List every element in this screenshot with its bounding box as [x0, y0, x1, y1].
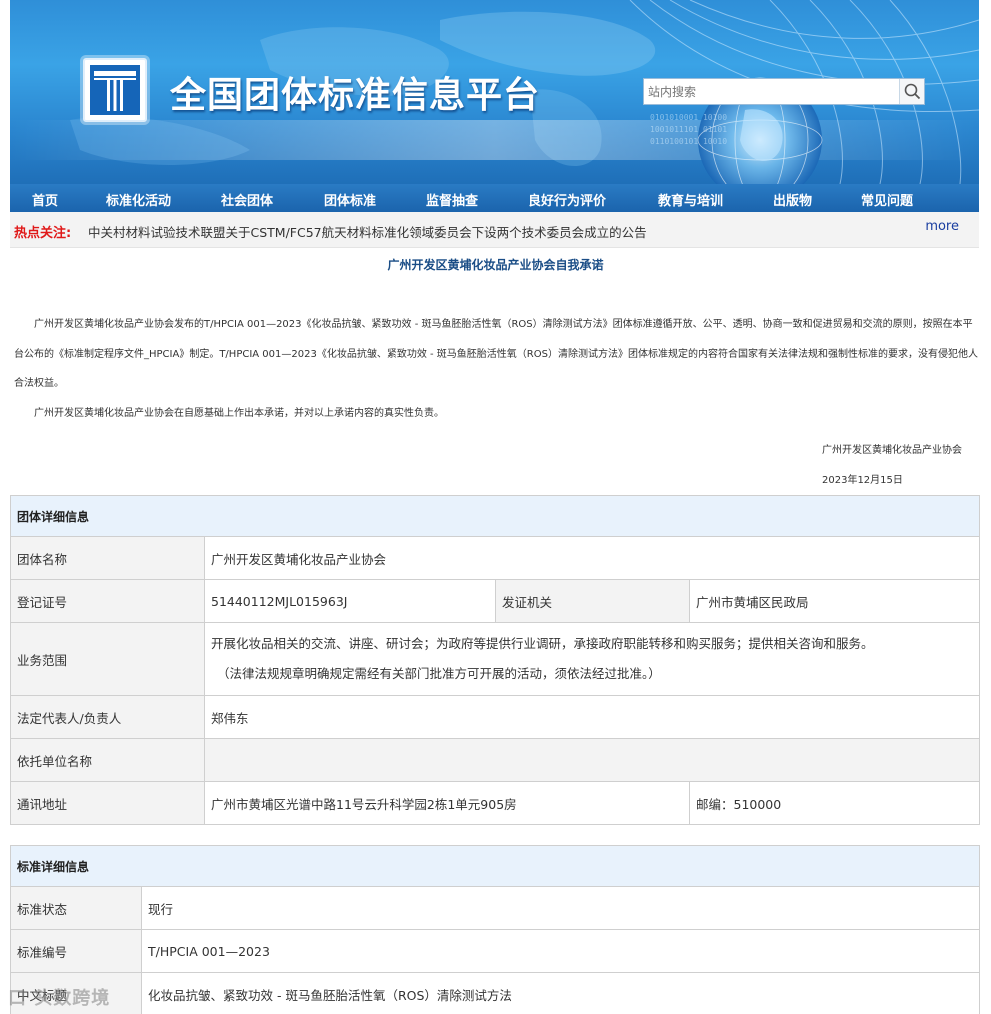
nav-item-publications[interactable]: 出版物 [773, 190, 812, 209]
search-box [643, 78, 925, 105]
nav-item-education[interactable]: 教育与培训 [658, 190, 723, 209]
standard-code-value: T/HPCIA 001—2023 [140, 929, 981, 973]
address-value: 广州市黄埔区光谱中路11号云升科学园2栋1单元905房 [204, 781, 690, 825]
svg-text:0110100101 10010: 0110100101 10010 [650, 137, 727, 146]
page: 0101010001 10100 1001011101 01101 011010… [0, 0, 991, 1014]
standard-code-label: 标准编号 [10, 929, 142, 973]
reg-number-value: 51440112MJL015963J [204, 579, 496, 623]
nav-item-standards[interactable]: 团体标准 [324, 190, 376, 209]
commitment-signer: 广州开发区黄埔化妆品产业协会 [822, 445, 962, 456]
legal-rep-value: 郑伟东 [203, 695, 981, 739]
legal-rep-label: 法定代表人/负责人 [10, 695, 205, 739]
standard-status-value: 现行 [140, 886, 981, 930]
nav-item-inspection[interactable]: 监督抽查 [426, 190, 478, 209]
hot-topic-link[interactable]: 中关村材料试验技术联盟关于CSTM/FC57航天材料标准化领域委员会下设两个技术… [88, 222, 647, 241]
more-link[interactable]: more [925, 219, 959, 234]
postcode-value: 邮编：510000 [688, 781, 981, 825]
standard-cn-title-value: 化妆品抗皱、紧致功效 - 斑马鱼胚胎活性氧（ROS）清除测试方法 [140, 972, 981, 1014]
standard-status-label: 标准状态 [10, 886, 142, 930]
org-name-label: 团体名称 [10, 536, 205, 580]
nav-item-home[interactable]: 首页 [32, 190, 58, 209]
org-detail-table: 团体详细信息 团体名称 广州开发区黄埔化妆品产业协会 登记证号 51440112… [9, 495, 981, 825]
watermark: 口 头数跨境 [8, 988, 111, 1009]
main-nav: 首页 标准化活动 社会团体 团体标准 监督抽查 良好行为评价 教育与培训 出版物… [10, 184, 979, 212]
nav-item-faq[interactable]: 常见问题 [861, 190, 913, 209]
nav-item-evaluation[interactable]: 良好行为评价 [528, 190, 606, 209]
commitment-date: 2023年12月15日 [822, 475, 903, 486]
svg-text:0101010001 10100: 0101010001 10100 [650, 113, 727, 122]
entrust-unit-value [203, 738, 981, 782]
standard-detail-header: 标准详细信息 [9, 845, 981, 887]
search-input[interactable] [644, 79, 900, 104]
business-scope-value: 开展化妆品相关的交流、讲座、研讨会；为政府等提供行业调研，承接政府职能转移和购买… [203, 622, 981, 696]
issuer-label: 发证机关 [495, 579, 690, 623]
business-scope-line-1: 开展化妆品相关的交流、讲座、研讨会；为政府等提供行业调研，承接政府职能转移和购买… [211, 636, 874, 651]
commitment-paragraph-2: 广州开发区黄埔化妆品产业协会在自愿基础上作出本承诺，并对以上承诺内容的真实性负责… [34, 408, 444, 419]
reg-number-label: 登记证号 [10, 579, 205, 623]
standard-detail-table: 标准详细信息 标准状态 现行 标准编号 T/HPCIA 001—2023 中文标… [9, 845, 981, 1014]
hot-topics-bar: 热点关注: 中关村材料试验技术联盟关于CSTM/FC57航天材料标准化领域委员会… [10, 212, 979, 248]
search-button[interactable] [899, 79, 924, 104]
entrust-unit-label: 依托单位名称 [10, 738, 205, 782]
header-banner: 0101010001 10100 1001011101 01101 011010… [10, 0, 979, 184]
logo-mark-icon [94, 71, 136, 111]
business-scope-line-2: （法律法规规章明确规定需经有关部门批准方可开展的活动，须依法经过批准。） [217, 666, 661, 681]
org-detail-header: 团体详细信息 [9, 495, 981, 537]
search-icon [904, 83, 921, 100]
hot-topics-label: 热点关注: [14, 226, 72, 241]
nav-item-organizations[interactable]: 社会团体 [221, 190, 273, 209]
business-scope-label: 业务范围 [10, 622, 205, 696]
commitment-title: 广州开发区黄埔化妆品产业协会自我承诺 [387, 258, 604, 272]
issuer-value: 广州市黄埔区民政局 [688, 579, 981, 623]
commitment-paragraph-1: 广州开发区黄埔化妆品产业协会发布的T/HPCIA 001—2023《化妆品抗皱、… [14, 319, 978, 389]
org-name-value: 广州开发区黄埔化妆品产业协会 [203, 536, 981, 580]
site-title: 全国团体标准信息平台 [170, 75, 541, 116]
address-label: 通讯地址 [10, 781, 205, 825]
svg-text:1001011101 01101: 1001011101 01101 [650, 125, 727, 134]
site-logo[interactable] [83, 58, 147, 122]
nav-item-standardization[interactable]: 标准化活动 [106, 190, 171, 209]
